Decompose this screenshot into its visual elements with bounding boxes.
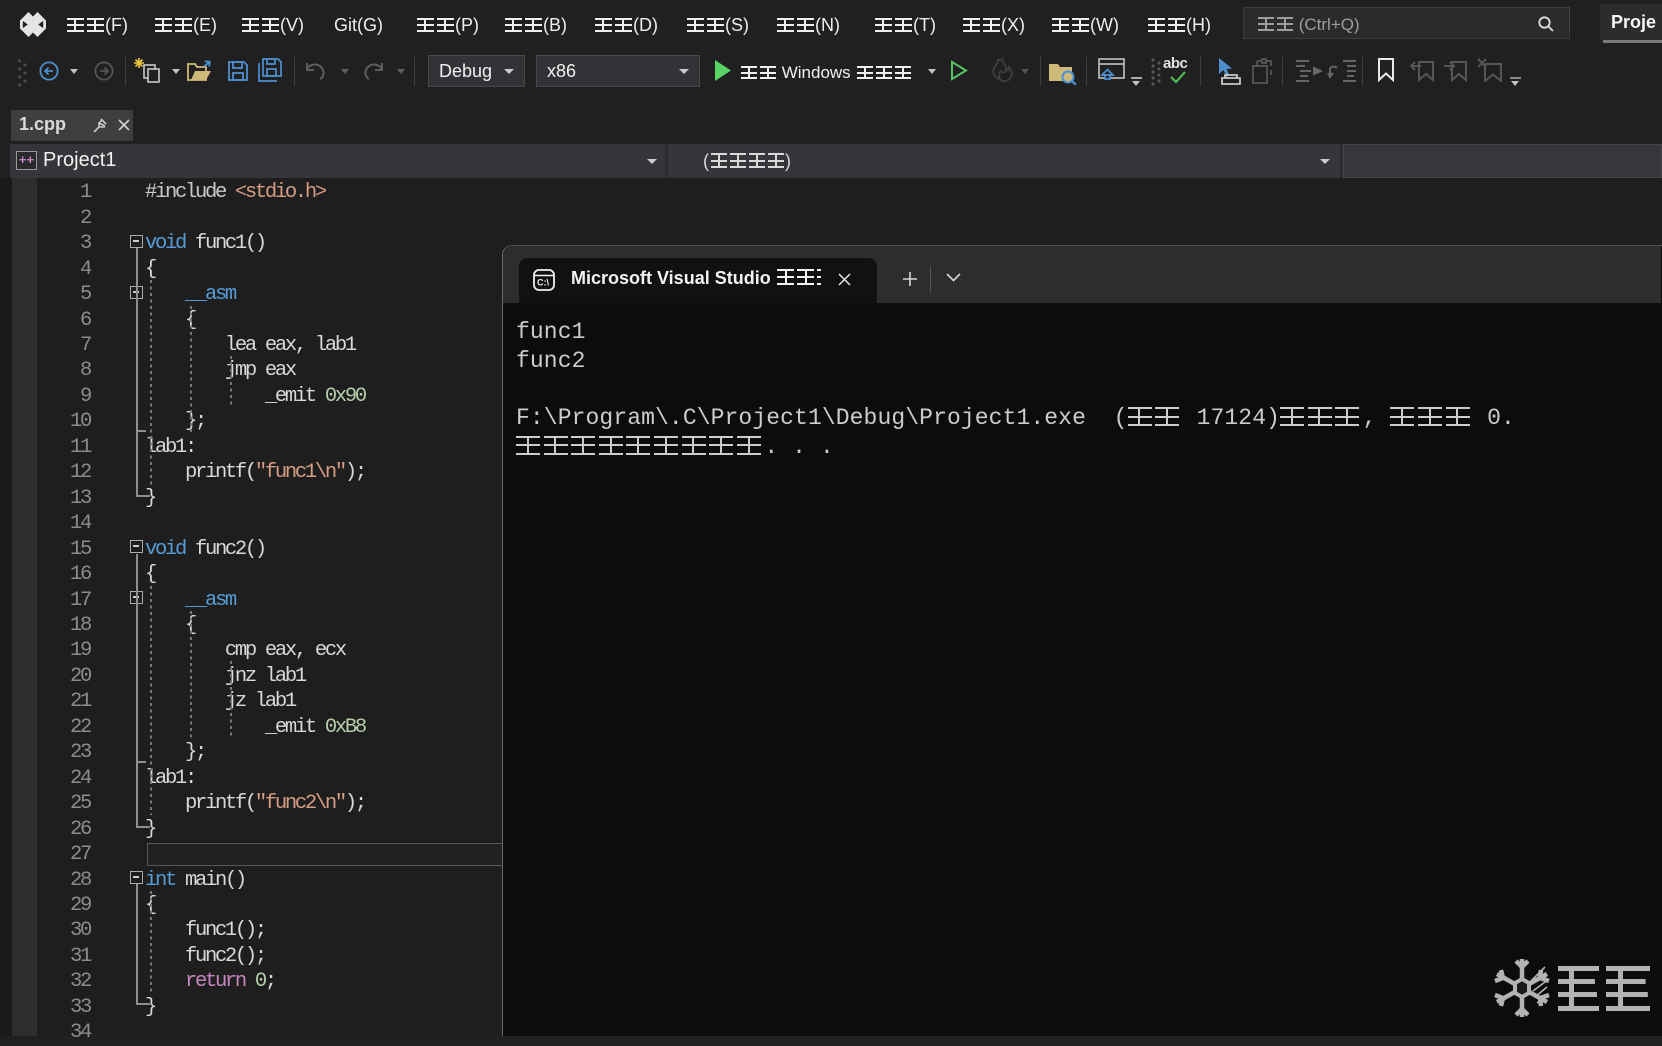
svg-text:C:\: C:\ [537,277,549,287]
